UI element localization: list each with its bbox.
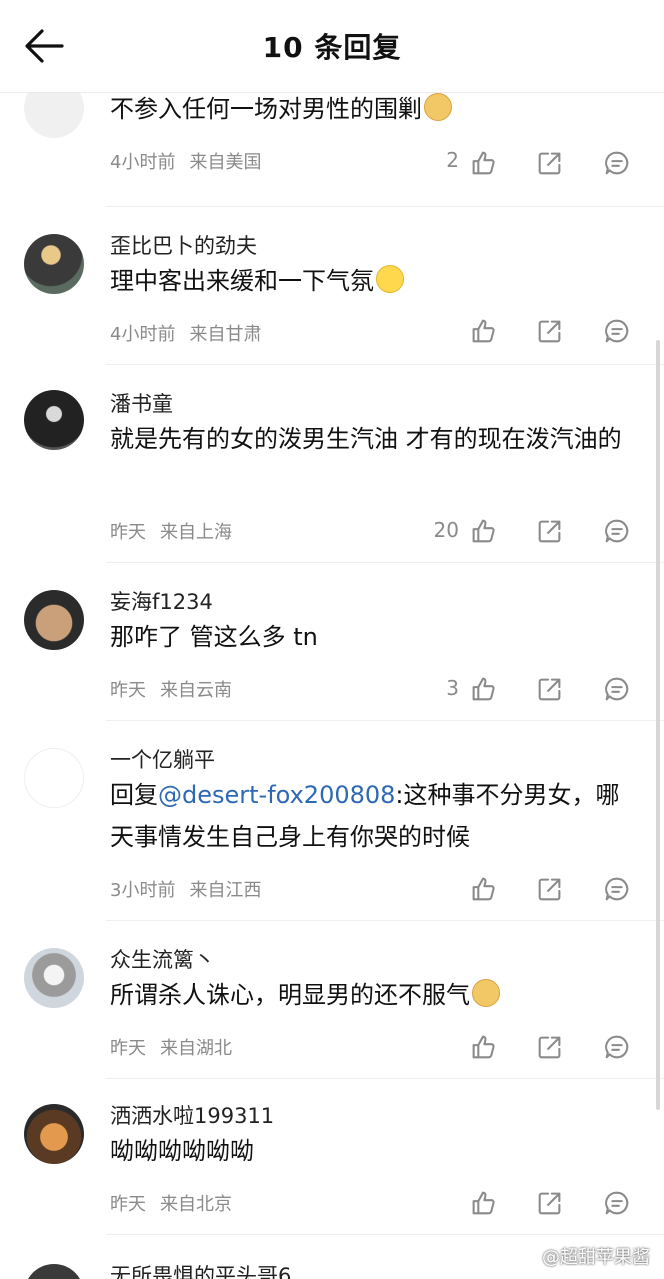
comment-meta: 4小时前 来自甘肃 [110,320,261,346]
comment-meta: 昨天 来自上海 [110,518,232,544]
comment-location: 来自甘肃 [189,324,262,345]
comment-actions [468,674,629,706]
comment-time: 4小时前 [110,324,176,345]
avatar[interactable] [24,1264,84,1279]
comment-location: 来自湖北 [160,1038,232,1059]
divider [106,720,664,721]
like-count: 20 [433,518,459,542]
avatar[interactable] [24,948,84,1008]
like-icon[interactable] [468,148,500,180]
like-icon[interactable] [468,516,500,548]
comment-time: 昨天 [110,522,146,543]
comment-time: 4小时前 [110,152,176,173]
comment-actions [468,516,629,548]
comment-meta: 4小时前 来自美国 [110,148,261,174]
commenter-name[interactable]: 一个亿躺平 [110,744,215,774]
comment-icon[interactable] [602,148,634,180]
comment-meta: 昨天 来自云南 [110,676,232,702]
avatar[interactable] [24,92,84,138]
divider [106,364,664,365]
avatar[interactable] [24,1104,84,1164]
like-count: 2 [446,148,459,172]
comment-text: 所谓杀人诛心，明显男的还不服气 [110,974,640,1016]
share-icon[interactable] [535,1188,567,1220]
like-icon[interactable] [468,874,500,906]
like-count: 3 [446,676,459,700]
comment-meta: 3小时前 来自江西 [110,876,261,902]
comment-text: 那咋了 管这么多 tn [110,623,318,651]
like-icon[interactable] [468,674,500,706]
doge-emoji-icon [472,979,500,1007]
share-icon[interactable] [535,316,567,348]
comment-time: 昨天 [110,680,146,701]
like-icon[interactable] [468,1188,500,1220]
avatar[interactable] [24,748,84,808]
comment-actions [468,874,629,906]
scrollbar[interactable] [656,340,660,1110]
comment-icon[interactable] [602,516,634,548]
comment-actions [468,148,629,180]
avatar[interactable] [24,234,84,294]
share-icon[interactable] [535,1032,567,1064]
comment-text: 呦呦呦呦呦呦 [110,1137,254,1165]
comment-actions [468,1188,629,1220]
comment-actions [468,1032,629,1064]
commenter-name[interactable]: 妄海f1234 [110,586,213,616]
avatar[interactable] [24,390,84,450]
comment-actions [468,316,629,348]
reply-prefix: 回复 [110,781,158,809]
avatar[interactable] [24,590,84,650]
share-icon[interactable] [535,148,567,180]
page-title: 10 条回复 [262,31,402,64]
comment-icon[interactable] [602,316,634,348]
comment-location: 来自上海 [160,522,232,543]
comment-icon[interactable] [602,1188,634,1220]
comment-text: 理中客出来缓和一下气氛 [110,260,640,302]
comment-text: 就是先有的女的泼男生汽油 才有的现在泼汽油的 [110,425,622,453]
comment-icon[interactable] [602,1032,634,1064]
commenter-name[interactable]: 无所畏惧的平头哥6 [110,1260,291,1279]
share-icon[interactable] [535,874,567,906]
doge-emoji-icon [424,93,452,121]
comment-icon[interactable] [602,874,634,906]
comment-meta: 昨天 来自湖北 [110,1034,232,1060]
commenter-name[interactable]: 洒洒水啦199311 [110,1100,274,1130]
comment-time: 昨天 [110,1194,146,1215]
comment-icon[interactable] [602,674,634,706]
like-icon[interactable] [468,316,500,348]
watermark: @超甜苹果酱 [542,1247,650,1268]
reply-list: desert-fox200808 不参入任何一场对男性的围剿 4小时前来自美国 … [0,92,664,1279]
divider [106,206,664,207]
divider [106,1234,664,1235]
divider [106,562,664,563]
comment-location: 来自江西 [189,880,262,901]
divider [106,920,664,921]
commenter-name[interactable]: 歪比巴卜的劲夫 [110,230,257,260]
divider [106,1078,664,1079]
comment-location: 来自北京 [160,1194,232,1215]
comment-meta: 昨天 来自北京 [110,1190,232,1216]
comment-time: 昨天 [110,1038,146,1059]
like-icon[interactable] [468,1032,500,1064]
share-icon[interactable] [535,674,567,706]
smile-emoji-icon [376,265,404,293]
comment-location: 来自美国 [189,152,262,173]
top-bar: 10 条回复 [0,0,664,92]
share-icon[interactable] [535,516,567,548]
commenter-name[interactable]: 潘书童 [110,388,173,418]
commenter-name[interactable]: 众生流篱丶 [110,944,215,974]
comment-text: 回复@desert-fox200808:这种事不分男女，哪天事情发生自己身上有你… [110,781,620,851]
comment-text: 不参入任何一场对男性的围剿 [110,92,640,130]
mention-link[interactable]: @desert-fox200808 [158,781,395,809]
comment-time: 3小时前 [110,880,176,901]
comment-location: 来自云南 [160,680,232,701]
